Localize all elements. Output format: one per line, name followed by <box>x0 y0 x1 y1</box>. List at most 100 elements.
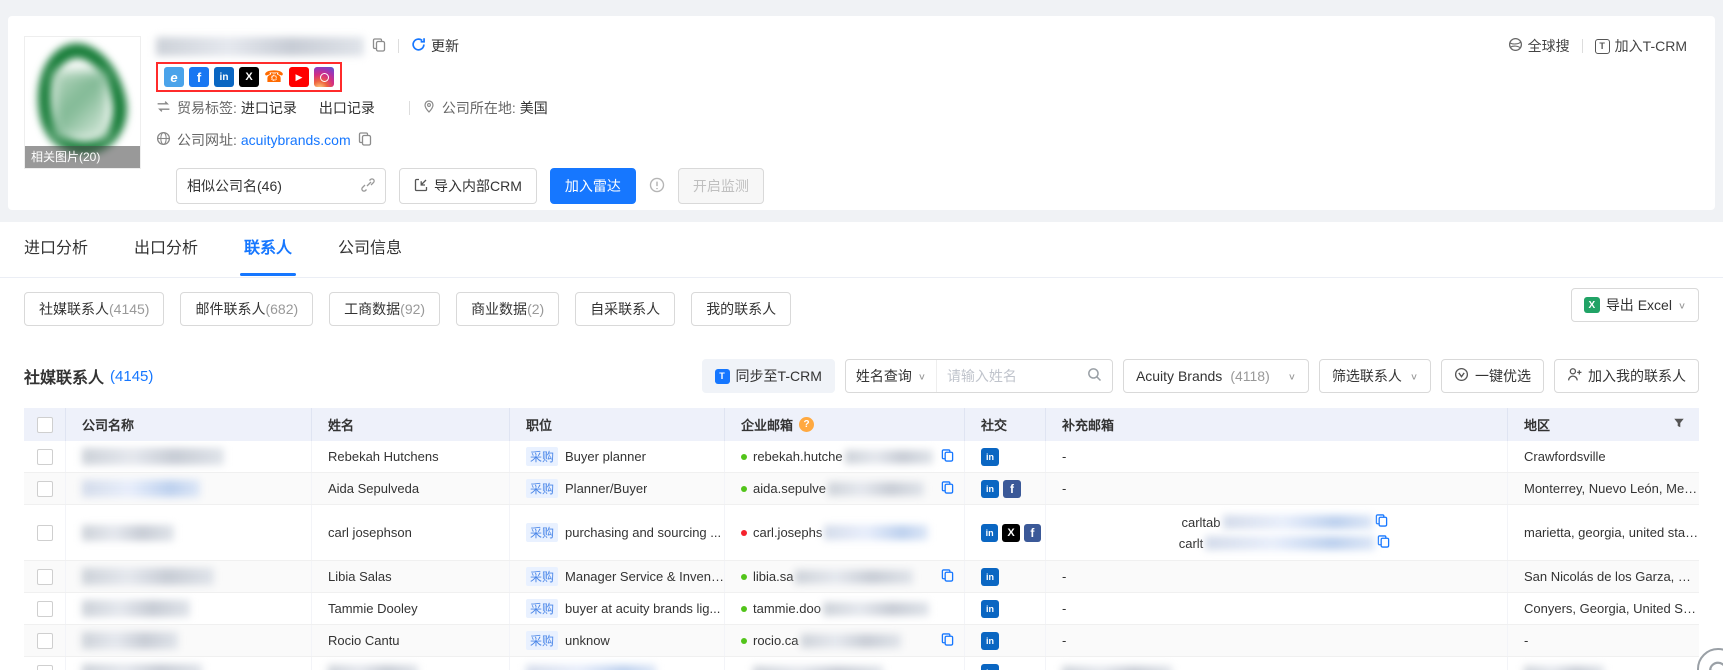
row-checkbox[interactable] <box>37 569 53 585</box>
info-icon[interactable] <box>649 177 665 196</box>
x-twitter-icon[interactable]: X <box>1002 524 1019 542</box>
table-row: Aida Sepulveda 采购Planner/Buyer aida.sepu… <box>24 473 1699 505</box>
linkedin-icon[interactable]: in <box>981 632 999 650</box>
main-card: 进口分析 出口分析 联系人 公司信息 社媒联系人(4145) 邮件联系人(682… <box>0 222 1723 670</box>
region: Crawfordsville <box>1524 449 1606 464</box>
globe-icon <box>156 131 171 149</box>
row-checkbox[interactable] <box>37 481 53 497</box>
add-my-contacts-button[interactable]: 加入我的联系人 <box>1554 359 1699 393</box>
copy-icon[interactable] <box>941 633 954 649</box>
extra-email: - <box>1062 633 1066 648</box>
update-button[interactable]: 更新 <box>411 36 459 56</box>
row-checkbox[interactable] <box>37 665 53 670</box>
start-monitor-button[interactable]: 开启监测 <box>678 168 764 204</box>
linkedin-icon[interactable]: in <box>981 568 999 586</box>
internet-explorer-icon[interactable]: e <box>164 67 184 87</box>
import-crm-button[interactable]: 导入内部CRM <box>399 168 537 204</box>
copy-icon[interactable] <box>941 569 954 585</box>
column-header-region: 地区 <box>1508 408 1699 441</box>
copy-icon[interactable] <box>372 38 386 55</box>
x-twitter-icon[interactable]: X <box>239 67 259 87</box>
filter-business-registry[interactable]: 工商数据(92) <box>329 292 440 326</box>
filter-social-contacts[interactable]: 社媒联系人(4145) <box>24 292 164 326</box>
instagram-icon[interactable] <box>314 67 334 87</box>
related-images-label[interactable]: 相关图片(20) <box>25 146 140 168</box>
company-name-blurred <box>82 448 224 465</box>
tab-contacts[interactable]: 联系人 <box>244 234 292 276</box>
filter-contacts-label: 筛选联系人 <box>1332 366 1402 386</box>
similar-companies-button[interactable]: 相似公司名(46) <box>176 168 386 204</box>
filter-contacts-select[interactable]: 筛选联系人 ∨ <box>1319 359 1431 393</box>
website-link[interactable]: acuitybrands.com <box>241 132 351 148</box>
role-tag: 采购 <box>526 567 558 586</box>
location-value: 美国 <box>520 98 548 118</box>
company-name-blurred <box>82 480 200 497</box>
email-prefix: rocio.ca <box>753 633 799 648</box>
job-title: Manager Service & Invent... <box>565 569 724 584</box>
join-tcrm-button[interactable]: T 加入T-CRM <box>1595 36 1687 56</box>
region: - <box>1524 633 1528 648</box>
facebook-icon[interactable]: f <box>1024 524 1041 542</box>
facebook-icon[interactable]: f <box>1003 480 1021 498</box>
copy-icon[interactable] <box>1375 514 1388 530</box>
tab-import-analysis[interactable]: 进口分析 <box>24 234 88 276</box>
filter-commercial-data[interactable]: 商业数据(2) <box>456 292 559 326</box>
phone-icon[interactable]: ☎ <box>264 67 284 87</box>
copy-icon[interactable] <box>1377 535 1390 551</box>
tab-company-info[interactable]: 公司信息 <box>338 234 402 276</box>
trade-label: 贸易标签: <box>177 98 237 118</box>
company-name-blurred <box>82 664 202 670</box>
one-click-optimize-button[interactable]: 一键优选 <box>1441 359 1544 393</box>
select-all-checkbox[interactable] <box>37 417 53 433</box>
job-title-blurred <box>526 665 656 670</box>
filter-my-contacts[interactable]: 我的联系人 <box>691 292 791 326</box>
add-radar-button[interactable]: 加入雷达 <box>550 168 636 204</box>
linkedin-icon[interactable]: in <box>981 664 999 670</box>
linkedin-icon[interactable]: in <box>214 67 234 87</box>
global-search-icon <box>1508 37 1523 55</box>
facebook-icon[interactable]: f <box>189 67 209 87</box>
linkedin-icon[interactable]: in <box>981 524 998 542</box>
filter-self-collected[interactable]: 自采联系人 <box>575 292 675 326</box>
row-checkbox[interactable] <box>37 633 53 649</box>
sync-tcrm-button[interactable]: T 同步至T-CRM <box>702 359 835 393</box>
search-icon[interactable] <box>1087 367 1112 385</box>
global-search-button[interactable]: 全球搜 <box>1508 36 1570 56</box>
customer-service-icon[interactable] <box>1697 648 1723 670</box>
name-query-select[interactable]: 姓名查询 ∨ <box>846 360 937 392</box>
filter-funnel-icon[interactable] <box>1673 417 1685 432</box>
extra-email: - <box>1062 449 1066 464</box>
trade-tag-import[interactable]: 进口记录 <box>241 98 297 118</box>
row-checkbox[interactable] <box>37 449 53 465</box>
youtube-icon[interactable]: ▶ <box>289 67 309 87</box>
linkedin-icon[interactable]: in <box>981 448 999 466</box>
table-toolbar: 社媒联系人 (4145) T 同步至T-CRM 姓名查询 ∨ Acuity Br… <box>24 358 1699 394</box>
filter-email-contacts[interactable]: 邮件联系人(682) <box>180 292 313 326</box>
trade-tag-export[interactable]: 出口记录 <box>319 98 375 118</box>
email-blurred <box>824 525 928 540</box>
extra-email: - <box>1062 569 1066 584</box>
copy-icon[interactable] <box>941 481 954 497</box>
export-excel-button[interactable]: X 导出 Excel ∨ <box>1571 288 1699 322</box>
question-icon[interactable]: ? <box>799 417 814 432</box>
tabs: 进口分析 出口分析 联系人 公司信息 <box>24 234 402 276</box>
column-header-social: 社交 <box>965 408 1046 441</box>
tab-export-analysis[interactable]: 出口分析 <box>134 234 198 276</box>
location-label: 公司所在地: <box>442 98 516 118</box>
company-select[interactable]: Acuity Brands (4118) ∨ <box>1123 359 1309 393</box>
contact-name: Rocio Cantu <box>328 633 400 648</box>
copy-icon[interactable] <box>358 132 372 149</box>
region-blurred <box>1524 666 1604 670</box>
name-search-input[interactable] <box>937 368 1087 384</box>
row-checkbox[interactable] <box>37 601 53 617</box>
linkedin-icon[interactable]: in <box>981 480 999 498</box>
row-checkbox[interactable] <box>37 525 53 541</box>
copy-icon[interactable] <box>941 449 954 465</box>
contact-name: Rebekah Hutchens <box>328 449 439 464</box>
role-tag: 采购 <box>526 631 558 650</box>
sync-tcrm-label: 同步至T-CRM <box>736 366 822 386</box>
linkedin-icon[interactable]: in <box>981 600 999 618</box>
company-logo[interactable]: 相关图片(20) <box>24 36 141 169</box>
tcrm-icon: T <box>1595 39 1610 54</box>
email-blurred <box>828 482 924 496</box>
